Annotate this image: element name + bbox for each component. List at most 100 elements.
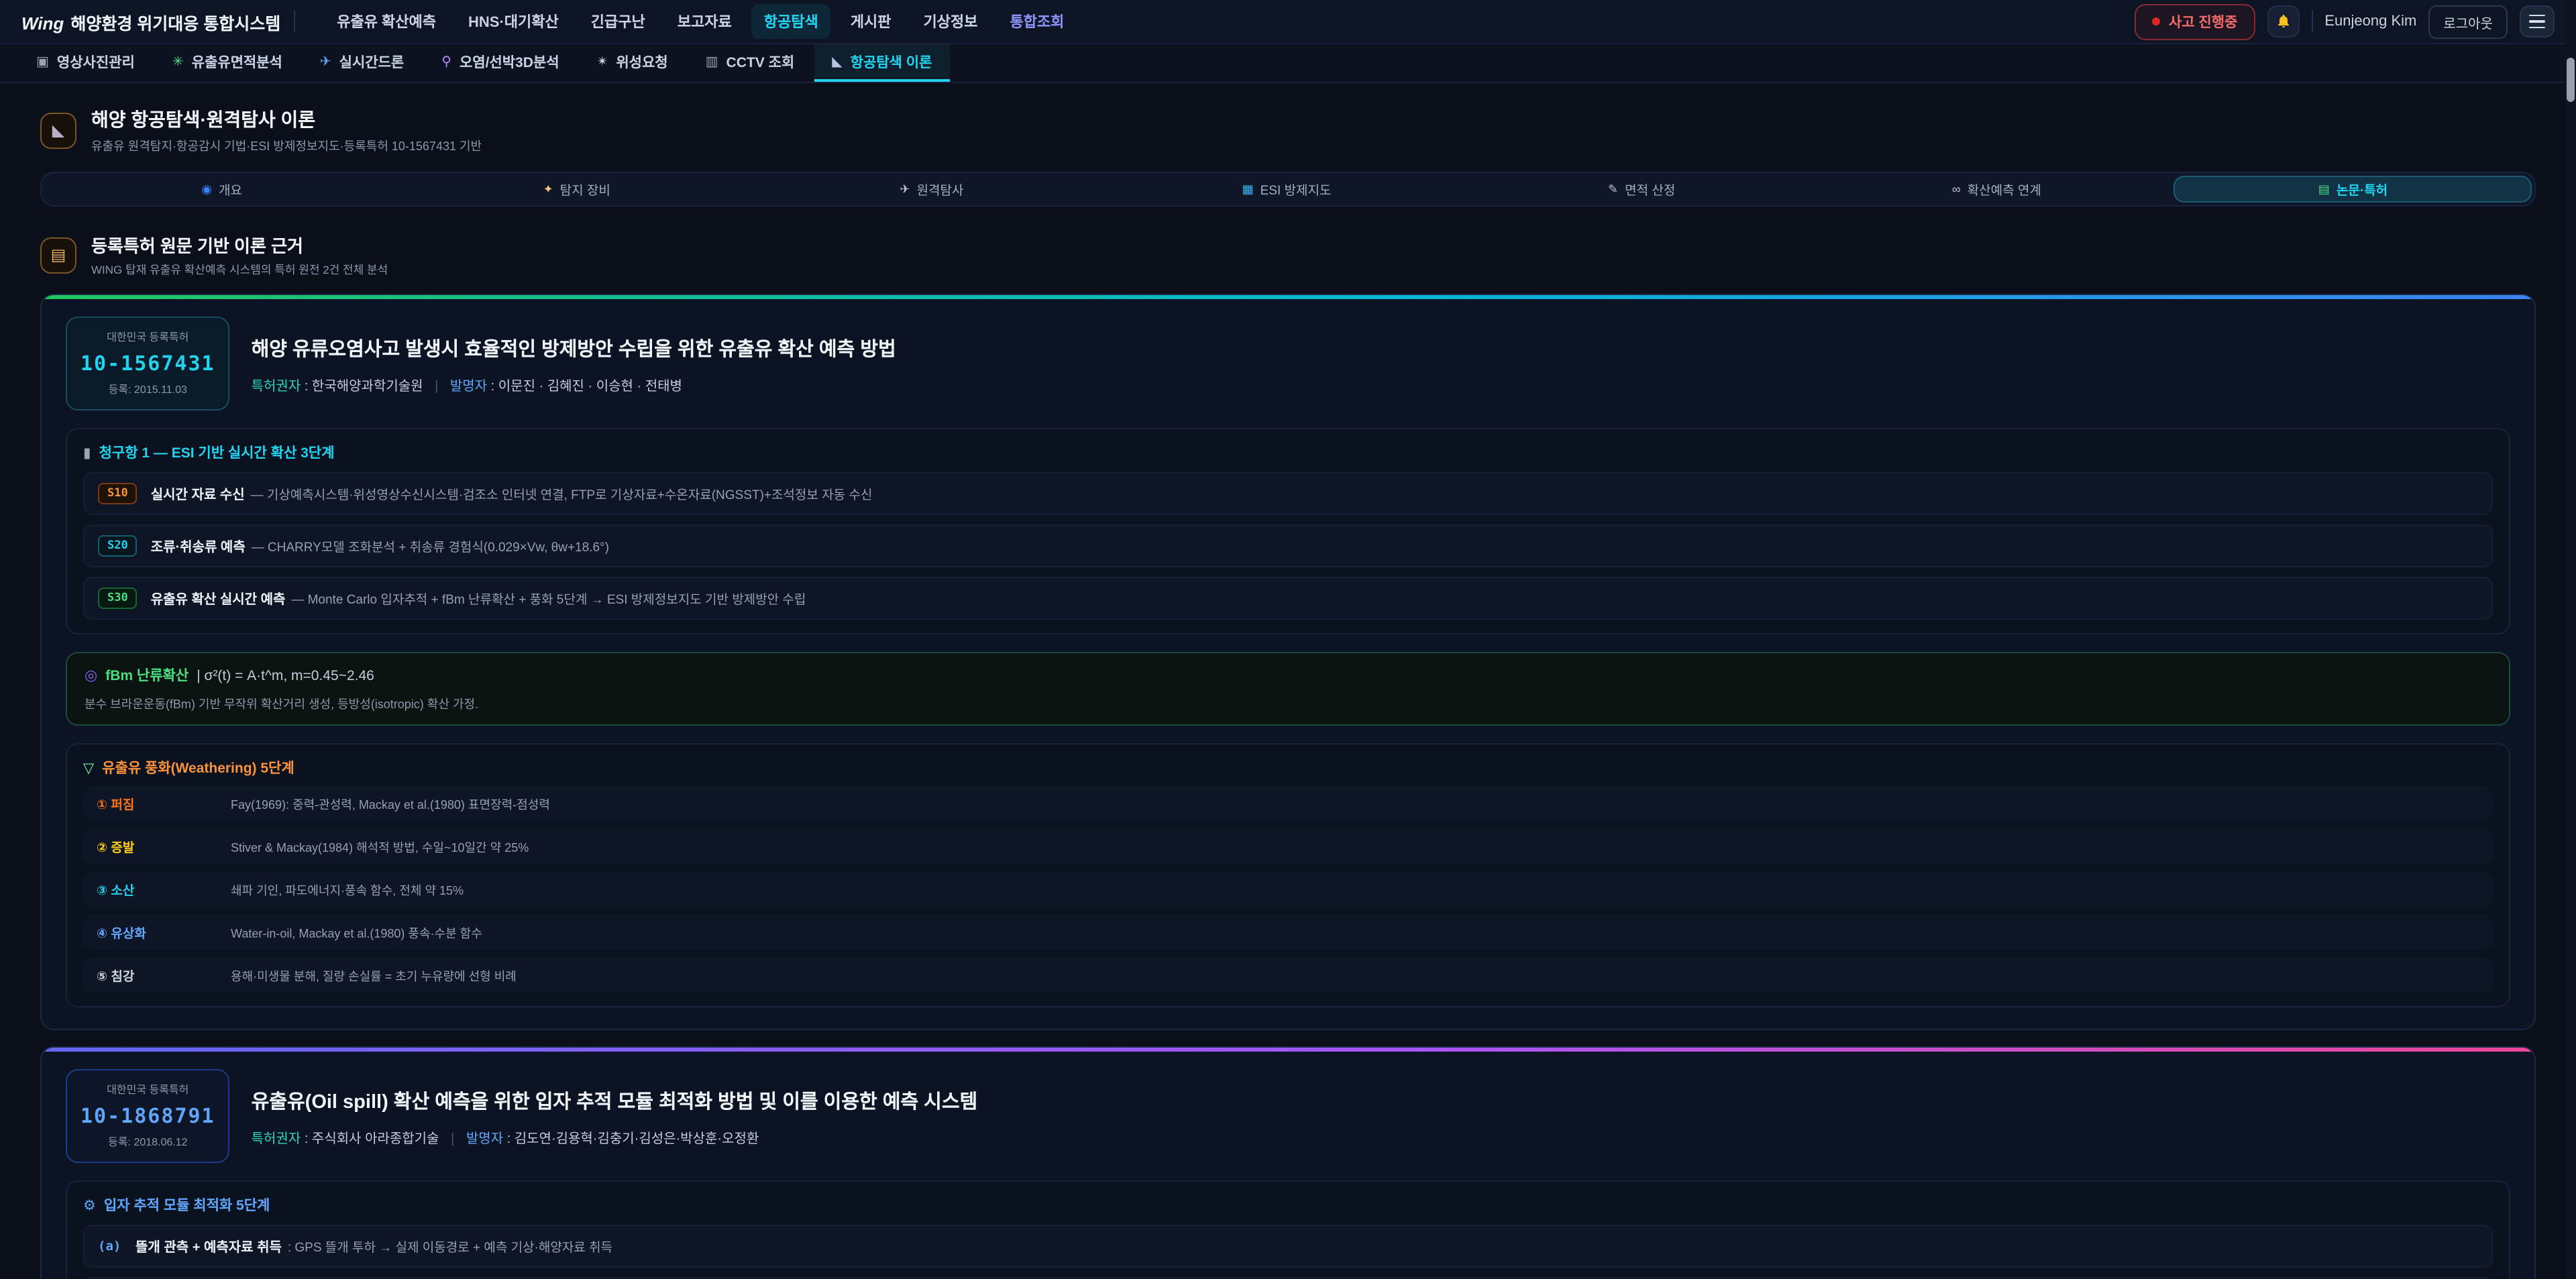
optimization-header: ⚙ 입자 추적 모듈 최적화 5단계: [83, 1195, 2493, 1215]
patent1-meta: 특허권자 : 한국해양과학기술원 | 발명자 : 이문진 · 김혜진 · 이승현…: [252, 374, 896, 394]
page-header: ◣ 해양 항공탐색·원격탐사 이론 유출유 원격탐지·항공감시 기법·ESI 방…: [40, 106, 2536, 154]
tab-oil-area-analysis[interactable]: ✳ 유출유면적분석: [155, 44, 300, 82]
main-content: ◣ 해양 항공탐색·원격탐사 이론 유출유 원격탐지·항공감시 기법·ESI 방…: [0, 106, 2576, 1279]
patent2-owner: : 주식회사 아라종합기술: [305, 1131, 439, 1146]
section-subtitle: WING 탑재 유출유 확산예측 시스템의 특허 원전 2건 전체 분석: [91, 262, 388, 278]
link-icon: ∞: [1952, 182, 1961, 196]
book-icon: ▮: [83, 445, 91, 461]
scroll-icon: ▤: [51, 245, 66, 264]
patent2-number-badge: 대한민국 등록특허 10-1868791 등록: 2018.06.12: [66, 1069, 230, 1163]
patent2-inventors: : 김도연·김용혁·김충기·김성은·박상훈·오정환: [507, 1131, 759, 1146]
user-divider: [2311, 11, 2312, 32]
tab-image-photo-management[interactable]: ▣ 영상사진관리: [19, 44, 152, 82]
app-logo: Wing 해양환경 위기대응 통합시스템: [21, 9, 280, 34]
patent-card-1: 대한민국 등록특허 10-1567431 등록: 2015.11.03 해양 유…: [40, 294, 2536, 1030]
logout-button[interactable]: 로그아웃: [2428, 5, 2508, 38]
step-badge-s10: S10: [98, 483, 138, 504]
patent2-meta: 특허권자 : 주식회사 아라종합기술 | 발명자 : 김도연·김용혁·김충기·김…: [252, 1126, 978, 1146]
step-badge-s20: S20: [98, 535, 138, 557]
pill-remote-sensing[interactable]: ✈ 원격탐사: [754, 176, 1109, 203]
nav-item-oil-spill-prediction[interactable]: 유출유 확산예측: [325, 4, 448, 39]
fbm-name: fBm 난류확산: [105, 665, 189, 685]
nav-item-emergency-rescue[interactable]: 긴급구난: [579, 4, 657, 39]
pill-area-calculation[interactable]: ✎ 면적 산정: [1464, 176, 1819, 203]
nav-item-aerial-search[interactable]: 항공탐색: [752, 4, 830, 39]
pill-prediction-link[interactable]: ∞ 확산예측 연계: [1819, 176, 2174, 203]
cctv-icon: ▥: [706, 54, 718, 69]
opt-step-a: (a) 뜰개 관측 + 예측자료 취득 : GPS 뜰개 투하 → 실제 이동경…: [83, 1225, 2493, 1268]
menu-button[interactable]: [2520, 5, 2555, 38]
satellite-icon: ✴: [597, 54, 608, 69]
logo-divider: [294, 11, 295, 32]
page-scrollbar[interactable]: [2565, 0, 2576, 1279]
tab-realtime-drone[interactable]: ✈ 실시간드론: [303, 44, 421, 82]
weathering-row-spreading: ① 퍼짐 Fay(1969): 중력-관성력, Mackay et al.(19…: [83, 786, 2493, 821]
weathering-row-evaporation: ② 증발 Stiver & Mackay(1984) 해석적 방법, 수일~10…: [83, 829, 2493, 864]
app-root: Wing 해양환경 위기대응 통합시스템 유출유 확산예측 HNS·대기확산 긴…: [0, 0, 2576, 1279]
page-title-icon-box: ◣: [40, 112, 76, 148]
ruler-icon: ◣: [52, 121, 64, 140]
section-icon-box: ▤: [40, 237, 76, 273]
patent1-header: 대한민국 등록특허 10-1567431 등록: 2015.11.03 해양 유…: [66, 317, 2510, 410]
patent2-badge-label: 대한민국 등록특허: [80, 1082, 215, 1097]
tab-cctv-search[interactable]: ▥ CCTV 조회: [688, 44, 812, 82]
patent1-number-badge: 대한민국 등록특허 10-1567431 등록: 2015.11.03: [66, 317, 230, 410]
patent1-badge-label: 대한민국 등록특허: [80, 330, 215, 345]
module-tab-bar: ▣ 영상사진관리 ✳ 유출유면적분석 ✈ 실시간드론 ⚲ 오염/선박3D분석 ✴…: [0, 44, 2576, 83]
page-title: 해양 항공탐색·원격탐사 이론: [91, 106, 482, 133]
logo-title: 해양환경 위기대응 통합시스템: [70, 9, 280, 34]
section-title: 등록특허 원문 기반 이론 근거: [91, 232, 388, 258]
camera-icon: ▣: [36, 54, 49, 69]
nav-item-board[interactable]: 게시판: [839, 4, 904, 39]
globe-icon: ◉: [201, 182, 212, 197]
patent2-number: 10-1868791: [80, 1104, 215, 1128]
patent2-header: 대한민국 등록특허 10-1868791 등록: 2018.06.12 유출유(…: [66, 1069, 2510, 1163]
nav-item-hns-diffusion[interactable]: HNS·대기확산: [456, 4, 571, 39]
patent1-inventors-label: 발명자: [450, 379, 487, 394]
equipment-icon: ✦: [543, 182, 553, 197]
nav-item-weather-info[interactable]: 기상정보: [911, 4, 989, 39]
patent1-owner: : 한국해양과학기술원: [305, 379, 423, 394]
main-nav: 유출유 확산예측 HNS·대기확산 긴급구난 보고자료 항공탐색 게시판 기상정…: [325, 4, 1076, 39]
nav-item-reports[interactable]: 보고자료: [665, 4, 744, 39]
header-right-cluster: 사고 진행중 Eunjeong Kim 로그아웃: [2135, 3, 2555, 40]
hamburger-icon: [2529, 14, 2545, 16]
section-header: ▤ 등록특허 원문 기반 이론 근거 WING 탑재 유출유 확산예측 시스템의…: [40, 232, 2536, 278]
magnifier-icon: ⚲: [441, 54, 451, 69]
patent1-reg-date: 등록: 2015.11.03: [80, 382, 215, 397]
pill-esi-map[interactable]: ▦ ESI 방제지도: [1109, 176, 1464, 203]
theory-section-nav: ◉ 개요 ✦ 탐지 장비 ✈ 원격탐사 ▦ ESI 방제지도 ✎ 면적 산정 ∞…: [40, 172, 2536, 207]
tab-aerial-search-theory[interactable]: ◣ 항공탐색 이론: [814, 44, 949, 82]
drone-icon: ✈: [320, 54, 331, 69]
weathering-row-sedimentation: ⑤ 침강 용해·미생물 분해, 질량 손실률 = 초기 누유량에 선형 비례: [83, 958, 2493, 993]
incident-status-badge: 사고 진행중: [2135, 3, 2255, 40]
nav-item-integrated-search[interactable]: 통합조회: [998, 4, 1076, 39]
top-nav-bar: Wing 해양환경 위기대응 통합시스템 유출유 확산예측 HNS·대기확산 긴…: [0, 0, 2576, 44]
patent2-owner-label: 특허권자: [252, 1131, 301, 1146]
fbm-description: 분수 브라운운동(fBm) 기반 무작위 확산거리 생성, 등방성(isotro…: [85, 695, 2491, 712]
claim-step-s20: S20 조류·취송류 예측 — CHARRY모델 조화분석 + 취송류 경험식(…: [83, 524, 2493, 567]
tab-pollution-ship-3d[interactable]: ⚲ 오염/선박3D분석: [424, 44, 576, 82]
tab-satellite-request[interactable]: ✴ 위성요청: [580, 44, 686, 82]
plane-icon: ✈: [900, 182, 910, 197]
weathering-row-dispersion: ③ 소산 쇄파 기인, 파도에너지·풍속 함수, 전체 약 15%: [83, 872, 2493, 907]
map-icon: ▦: [1242, 182, 1254, 197]
pill-papers-patents[interactable]: ▤ 논문·특허: [2174, 176, 2532, 203]
logo-mark: Wing: [21, 13, 64, 33]
pill-detection-equipment[interactable]: ✦ 탐지 장비: [399, 176, 754, 203]
patent2-reg-date: 등록: 2018.06.12: [80, 1135, 215, 1150]
pill-overview[interactable]: ◉ 개요: [44, 176, 399, 203]
page-subtitle: 유출유 원격탐지·항공감시 기법·ESI 방제정보지도·등록특허 10-1567…: [91, 137, 482, 154]
optimization-box: ⚙ 입자 추적 모듈 최적화 5단계 (a) 뜰개 관측 + 예측자료 취득 :…: [66, 1180, 2510, 1279]
patent1-inventors: : 이문진 · 김혜진 · 이승현 · 전태병: [491, 379, 682, 394]
scrollbar-thumb[interactable]: [2567, 58, 2575, 102]
fbm-diffusion-box: ◎ fBm 난류확산 | σ²(t) = A·t^m, m=0.45~2.46 …: [66, 652, 2510, 726]
patent1-number: 10-1567431: [80, 351, 215, 376]
flask-icon: ▽: [83, 760, 94, 776]
notifications-button[interactable]: [2267, 5, 2299, 38]
weathering-box: ▽ 유출유 풍화(Weathering) 5단계 ① 퍼짐 Fay(1969):…: [66, 743, 2510, 1007]
fbm-formula: | σ²(t) = A·t^m, m=0.45~2.46: [197, 667, 374, 683]
patent1-title: 해양 유류오염사고 발생시 효율적인 방제방안 수립을 위한 유출유 확산 예측…: [252, 333, 896, 362]
bell-icon: [2275, 13, 2291, 30]
alert-dot-icon: [2153, 17, 2161, 25]
